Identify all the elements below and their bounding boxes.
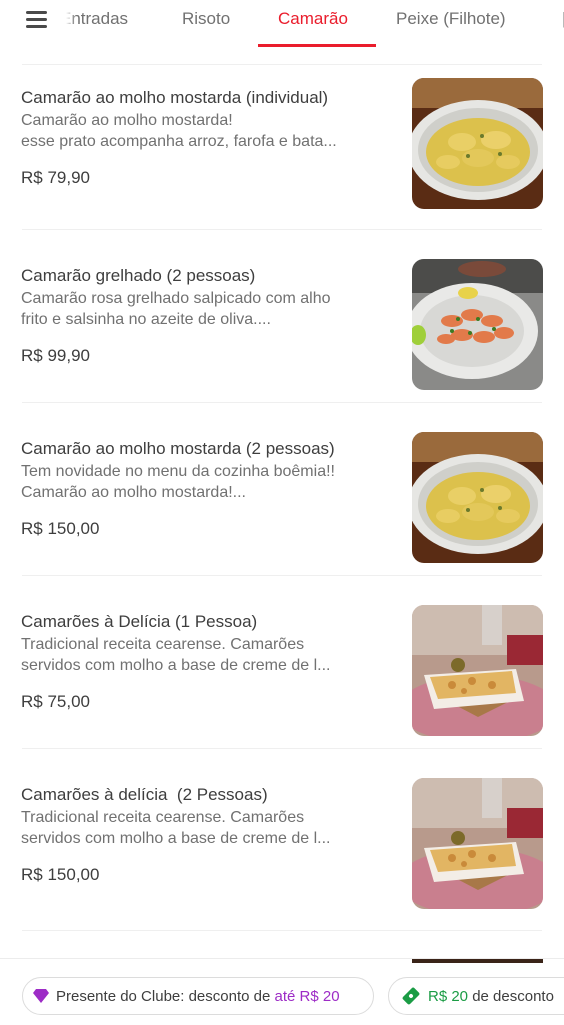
tab-camarao[interactable]: Camarão [278, 9, 348, 29]
item-title: Camarão ao molho mostarda (2 pessoas) [21, 439, 335, 458]
item-title: Camarões à Delícia (1 Pessoa) [21, 612, 258, 631]
purple-diamond-icon [33, 989, 49, 1003]
discount-chip-text: de desconto [472, 987, 554, 1005]
item-description: Tradicional receita cearense. Camarões s… [21, 809, 331, 847]
divider [22, 402, 542, 403]
club-chip-text: Presente do Clube: desconto de [56, 987, 271, 1005]
tab-peixe-filhote[interactable]: Peixe (Filhote) [396, 9, 506, 29]
divider [22, 229, 542, 230]
menu-item[interactable]: Camarão grelhado (2 pessoas) Camarão ros… [0, 259, 564, 416]
club-chip-highlight: até R$ 20 [274, 987, 340, 1005]
shrimp-mustard-dish-image [412, 78, 543, 209]
club-gift-chip[interactable]: Presente do Clube: desconto de até R$ 20 [22, 977, 374, 1015]
item-description: Tem novidade no menu da cozinha boêmia!!… [21, 463, 335, 501]
divider [22, 930, 542, 931]
active-tab-indicator [258, 44, 376, 47]
item-description: Tradicional receita cearense. Camarões s… [21, 636, 331, 674]
item-title: Camarões à delícia (2 Pessoas) [21, 785, 268, 804]
item-price: R$ 75,00 [21, 692, 90, 711]
menu-item[interactable]: Camarão ao molho mostarda (2 pessoas) Te… [0, 432, 564, 589]
item-price: R$ 150,00 [21, 519, 100, 538]
discount-chip[interactable]: R$ 20 de desconto [388, 977, 564, 1015]
tab-risoto[interactable]: Risoto [182, 9, 230, 29]
item-price: R$ 99,90 [21, 346, 90, 365]
item-title: Camarão grelhado (2 pessoas) [21, 266, 256, 285]
item-price: R$ 150,00 [21, 865, 100, 884]
promo-bar: Presente do Clube: desconto de até R$ 20… [0, 958, 564, 1025]
next-item-image-peek [412, 959, 543, 963]
item-price: R$ 79,90 [21, 168, 90, 187]
divider [22, 748, 542, 749]
item-description: Camarão ao molho mostarda! esse prato ac… [21, 112, 337, 150]
category-bar: Entradas Risoto Camarão Peixe (Filhote) … [0, 0, 564, 48]
shrimp-gratin-image [412, 778, 543, 909]
item-title: Camarão ao molho mostarda (individual) [21, 88, 329, 107]
item-description: Camarão rosa grelhado salpicado com alho… [21, 290, 331, 328]
menu-item[interactable]: Camarões à delícia (2 Pessoas) Tradicion… [0, 778, 564, 935]
green-ticket-icon [402, 987, 420, 1005]
menu-item[interactable]: Camarões à Delícia (1 Pessoa) Tradiciona… [0, 605, 564, 762]
shrimp-mustard-dish-image [412, 432, 543, 563]
menu-item[interactable]: Camarão ao molho mostarda (individual) C… [0, 78, 564, 238]
hamburger-menu-icon[interactable] [26, 11, 48, 31]
shrimp-gratin-image [412, 605, 543, 736]
divider [22, 64, 542, 65]
tabs-fade [66, 0, 76, 48]
discount-chip-highlight: R$ 20 [428, 987, 469, 1005]
divider [22, 575, 542, 576]
grilled-shrimp-image [412, 259, 543, 390]
category-tabs: Entradas Risoto Camarão Peixe (Filhote) … [66, 0, 564, 48]
